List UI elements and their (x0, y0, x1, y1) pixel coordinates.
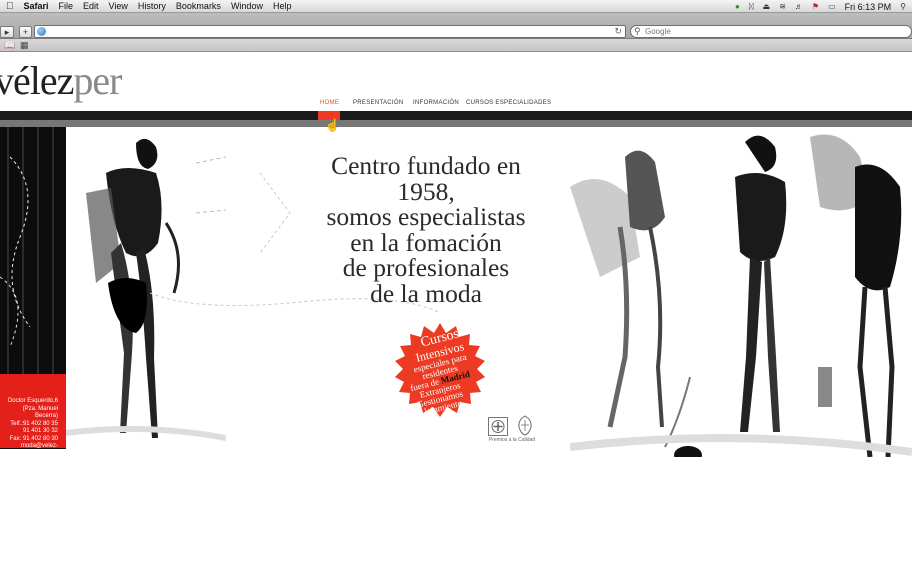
address-line: (Pza. Manuel Becerra) (22, 405, 58, 420)
quality-award[interactable]: Premios a la Calidad (484, 415, 540, 449)
phone-line: Telf.:91 402 80 35 (10, 420, 58, 427)
wifi-icon[interactable]: ≋ (779, 2, 786, 11)
menu-edit[interactable]: Edit (78, 0, 104, 13)
nav-home[interactable]: HOME (320, 100, 339, 106)
award-cross-icon (488, 417, 508, 436)
hero-headline: Centro fundado en 1958, somos especialis… (296, 153, 556, 306)
search-placeholder: Google (645, 27, 671, 36)
hand-cursor-icon: ☝ (325, 118, 340, 132)
search-icon: ⚲ (634, 26, 641, 36)
globe-icon (37, 27, 46, 36)
book-icon[interactable]: 📖 (4, 40, 15, 51)
apple-icon[interactable]:  (0, 1, 14, 12)
volume-icon[interactable]: ♬ (795, 2, 803, 11)
menu-help[interactable]: Help (268, 0, 297, 13)
menu-window[interactable]: Window (226, 0, 268, 13)
spotlight-icon[interactable]: ⚲ (900, 2, 906, 11)
site-logo[interactable]: vélezper (0, 57, 122, 104)
phone-line: 91 401 30 32 (22, 428, 58, 434)
back-button[interactable]: ▸ (0, 26, 14, 38)
menu-bar:  Safari File Edit View History Bookmark… (0, 0, 912, 13)
browser-toolbar: ▸ + ↻ ⚲ Google (0, 13, 912, 39)
sync-icon[interactable]: ● (735, 2, 740, 11)
flag-icon[interactable]: ⚑ (812, 2, 819, 11)
intensive-courses-badge[interactable]: Cursos Intensivos especiales para reside… (388, 321, 492, 425)
address-line: Doctor Esquerdo,6 (7, 398, 58, 404)
nav-cursos-especialidades[interactable]: CURSOS ESPECIALIDADES (466, 100, 551, 106)
logo-accent: per (73, 58, 122, 103)
nav-dark-bar (0, 111, 912, 120)
headline-line: de la moda (370, 278, 482, 308)
contact-address-box: Doctor Esquerdo,6 (Pza. Manuel Becerra) … (0, 374, 66, 457)
logo-text: vélez (0, 58, 74, 103)
bluetooth-icon[interactable]: ᛞ (749, 2, 754, 11)
stitch-lines (0, 156, 31, 348)
menu-view[interactable]: View (104, 0, 133, 13)
back-icon: ▸ (4, 27, 10, 37)
add-bookmark-button[interactable]: + (19, 26, 32, 38)
nav-informacion[interactable]: INFORMACIÓN (413, 100, 459, 106)
nav-grey-bar (0, 120, 912, 127)
email-link[interactable]: moda@velez-per.com (0, 443, 58, 458)
plus-icon: + (22, 27, 29, 37)
address-bar[interactable]: ↻ (34, 25, 626, 38)
bookmarks-bar: 📖 ▦ (0, 39, 912, 52)
reload-icon[interactable]: ↻ (614, 26, 622, 37)
eject-icon[interactable]: ⏏ (763, 2, 771, 11)
menu-file[interactable]: File (54, 0, 79, 13)
menu-history[interactable]: History (133, 0, 171, 13)
fax-line: Fax: 91 402 80 30 (9, 435, 58, 442)
fashion-sketch-right (570, 134, 912, 457)
search-field[interactable]: ⚲ Google (630, 25, 912, 38)
headline-line: Centro fundado en (331, 151, 521, 180)
grid-icon[interactable]: ▦ (20, 40, 29, 51)
award-label: Premios a la Calidad (488, 437, 536, 443)
headline-line: en la fomación (350, 227, 502, 257)
nav-presentacion[interactable]: PRESENTACIÓN (353, 100, 404, 106)
headline-line: 1958, (397, 176, 455, 206)
main-nav: HOME PRESENTACIÓN INFORMACIÓN CURSOS ESP… (0, 100, 912, 112)
headline-line: somos especialistas (326, 202, 526, 231)
battery-icon[interactable]: ▭ (828, 2, 836, 11)
award-crest-icon (516, 415, 534, 436)
menu-bookmarks[interactable]: Bookmarks (171, 0, 226, 13)
clock[interactable]: Fri 6:13 PM (845, 2, 892, 12)
headline-line: de profesionales (342, 253, 510, 282)
menu-app-safari[interactable]: Safari (14, 0, 54, 13)
web-page: vélezper HOME PRESENTACIÓN INFORMACIÓN C… (0, 53, 912, 570)
